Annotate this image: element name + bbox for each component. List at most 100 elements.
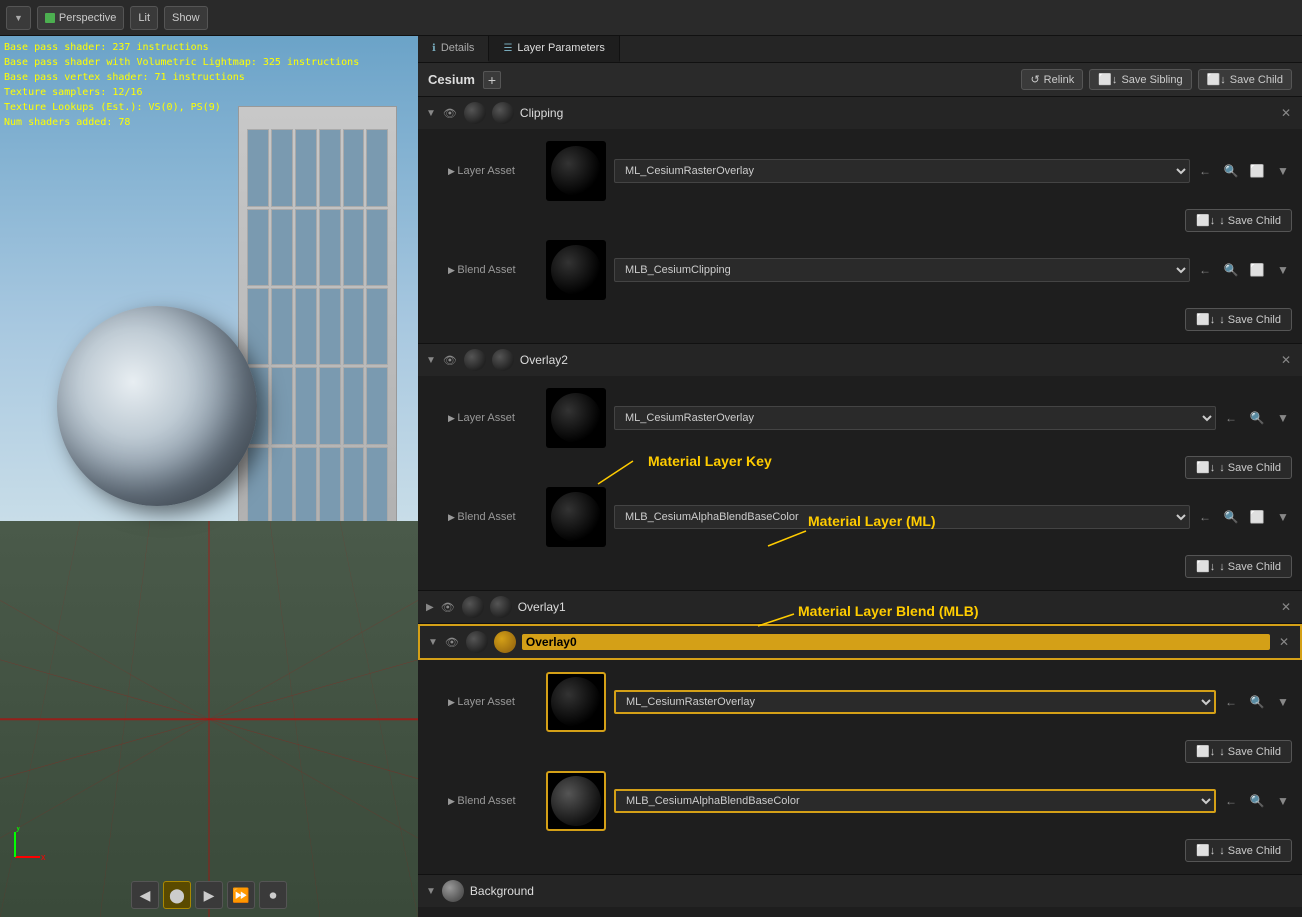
overlay2-blend-copy-btn[interactable]: ⬜ [1246,506,1268,528]
clipping-layer-save-icon: ⬜↓ [1196,214,1215,227]
tab-layer-parameters[interactable]: ☰ Layer Parameters [489,36,619,62]
perspective-label: Perspective [59,12,116,24]
clipping-layer-select[interactable]: ML_CesiumRasterOverlay [614,159,1190,183]
overlay2-blend-search-btn[interactable]: 🔍 [1220,506,1242,528]
tool-btn-1[interactable]: ◀ [131,881,159,909]
clipping-eye[interactable]: 👁 [442,105,458,121]
overlay0-blend-preview [546,771,606,831]
overlay0-blend-select[interactable]: MLB_CesiumAlphaBlendBaseColor [614,789,1216,813]
stat-3: Base pass vertex shader: 71 instructions [4,70,359,85]
clipping-layer-save-child-btn[interactable]: ⬜↓ ↓ Save Child [1185,209,1292,232]
overlay2-blend-filter-btn[interactable]: ▼ [1272,506,1294,528]
show-btn[interactable]: Show [164,6,208,30]
panel-actions: ↺ Relink ⬜↓ Save Sibling ⬜↓ Save Child [1021,69,1292,90]
overlay2-layer-back-btn[interactable]: ← [1220,407,1242,429]
overlay0-blend-back-btn[interactable]: ← [1220,790,1242,812]
overlay2-layer-save-child-btn[interactable]: ⬜↓ ↓ Save Child [1185,456,1292,479]
overlay0-eye[interactable]: 👁 [444,634,460,650]
layer-header-overlay2: ▼ 👁 Overlay2 ✕ [418,344,1302,376]
overlay0-thumb2 [494,631,516,653]
overlay2-layer-control: ML_CesiumRasterOverlay ← 🔍 ▼ [614,406,1294,430]
clipping-blend-copy-btn[interactable]: ⬜ [1246,259,1268,281]
overlay1-eye[interactable]: 👁 [440,599,456,615]
panel-content[interactable]: ▼ 👁 Clipping ✕ Layer Asset [418,97,1302,917]
clipping-layer-filter-btn[interactable]: ▼ [1272,160,1294,182]
tab-details[interactable]: ℹ Details [418,36,489,62]
tool-btn-5[interactable]: ⏺ [259,881,287,909]
stat-1: Base pass shader: 237 instructions [4,40,359,55]
clipping-layer-copy-btn[interactable]: ⬜ [1246,160,1268,182]
overlay2-blend-select[interactable]: MLB_CesiumAlphaBlendBaseColor [614,505,1190,529]
relink-button[interactable]: ↺ Relink [1021,69,1083,90]
overlay2-layer-filter-btn[interactable]: ▼ [1272,407,1294,429]
tool-btn-2[interactable]: ⬤ [163,881,191,909]
overlay2-blend-asset-label[interactable]: Blend Asset [448,511,538,523]
overlay1-expand[interactable]: ▶ [426,602,434,613]
clipping-layer-asset-label[interactable]: Layer Asset [448,165,538,177]
dropdown-arrow: ▼ [14,13,23,23]
clipping-blend-select[interactable]: MLB_CesiumClipping [614,258,1190,282]
save-child-header-label: Save Child [1230,74,1283,86]
clipping-close[interactable]: ✕ [1278,105,1294,121]
save-sibling-button[interactable]: ⬜↓ Save Sibling [1089,69,1191,90]
clipping-blend-save-child-btn[interactable]: ⬜↓ ↓ Save Child [1185,308,1292,331]
overlay2-blend-preview [546,487,606,547]
overlay2-blend-save-child-btn[interactable]: ⬜↓ ↓ Save Child [1185,555,1292,578]
overlay2-close[interactable]: ✕ [1278,352,1294,368]
clipping-name: Clipping [520,106,1272,120]
overlay0-layer-asset-label[interactable]: Layer Asset [448,696,538,708]
clipping-expand[interactable]: ▼ [426,108,436,119]
overlay0-layer-filter-btn[interactable]: ▼ [1272,691,1294,713]
overlay2-layer-search-btn[interactable]: 🔍 [1246,407,1268,429]
background-expand[interactable]: ▼ [426,886,436,897]
overlay0-layer-save-child-btn[interactable]: ⬜↓ ↓ Save Child [1185,740,1292,763]
clipping-blend-filter-btn[interactable]: ▼ [1272,259,1294,281]
dropdown-btn[interactable]: ▼ [6,6,31,30]
overlay2-layer-save-label: ↓ Save Child [1219,462,1281,474]
save-child-header-button[interactable]: ⬜↓ Save Child [1198,69,1292,90]
stats-overlay: Base pass shader: 237 instructions Base … [4,40,359,130]
overlay0-blend-search-btn[interactable]: 🔍 [1246,790,1268,812]
overlay0-layer-select[interactable]: ML_CesiumRasterOverlay [614,690,1216,714]
perspective-btn[interactable]: Perspective [37,6,124,30]
overlay0-layer-back-btn[interactable]: ← [1220,691,1242,713]
clipping-layer-search-btn[interactable]: 🔍 [1220,160,1242,182]
overlay2-layer-select[interactable]: ML_CesiumRasterOverlay [614,406,1216,430]
stat-2: Base pass shader with Volumetric Lightma… [4,55,359,70]
overlay0-close[interactable]: ✕ [1276,634,1292,650]
overlay0-blend-asset-label[interactable]: Blend Asset [448,795,538,807]
tool-btn-3[interactable]: ▶ [195,881,223,909]
overlay2-layer-asset-label[interactable]: Layer Asset [448,412,538,424]
overlay0-expand[interactable]: ▼ [428,637,438,648]
overlay0-blend-save-label: ↓ Save Child [1219,845,1281,857]
stat-5: Texture Lookups (Est.): VS(0), PS(9) [4,100,359,115]
clipping-blend-search-btn[interactable]: 🔍 [1220,259,1242,281]
overlay1-close[interactable]: ✕ [1278,599,1294,615]
overlay0-layer-search-btn[interactable]: 🔍 [1246,691,1268,713]
overlay0-blend-asset-row: Blend Asset MLB_CesiumAlphaBlendBaseColo… [418,767,1302,835]
overlay2-eye[interactable]: 👁 [442,352,458,368]
tabs-bar: ℹ Details ☰ Layer Parameters [418,36,1302,63]
overlay0-blend-filter-btn[interactable]: ▼ [1272,790,1294,812]
overlay2-name: Overlay2 [520,353,1272,367]
clipping-layer-control: ML_CesiumRasterOverlay ← 🔍 ⬜ ▼ [614,159,1294,183]
vp-indicator [45,13,55,23]
tool-btn-4[interactable]: ⏩ [227,881,255,909]
add-layer-button[interactable]: + [483,71,501,89]
overlay2-blend-asset-row: Blend Asset MLB_CesiumAlphaBlendBaseColo… [418,483,1302,551]
overlay0-blend-sphere [551,776,601,826]
overlay0-body: Layer Asset ML_CesiumRasterOverlay ← 🔍 ▼ [418,660,1302,874]
stat-4: Texture samplers: 12/16 [4,85,359,100]
axes-gizmo: x y [10,827,50,867]
clipping-layer-sphere [551,146,601,196]
clipping-layer-back-btn[interactable]: ← [1194,160,1216,182]
overlay2-expand[interactable]: ▼ [426,355,436,366]
clipping-blend-back-btn[interactable]: ← [1194,259,1216,281]
svg-text:y: y [16,827,21,832]
lit-btn[interactable]: Lit [130,6,158,30]
clipping-blend-asset-label[interactable]: Blend Asset [448,264,538,276]
overlay0-blend-save-child-btn[interactable]: ⬜↓ ↓ Save Child [1185,839,1292,862]
overlay0-layer-save-row: ⬜↓ ↓ Save Child [418,736,1302,767]
overlay2-layer-asset-row: Layer Asset ML_CesiumRasterOverlay ← 🔍 ▼ [418,384,1302,452]
overlay2-blend-back-btn[interactable]: ← [1194,506,1216,528]
